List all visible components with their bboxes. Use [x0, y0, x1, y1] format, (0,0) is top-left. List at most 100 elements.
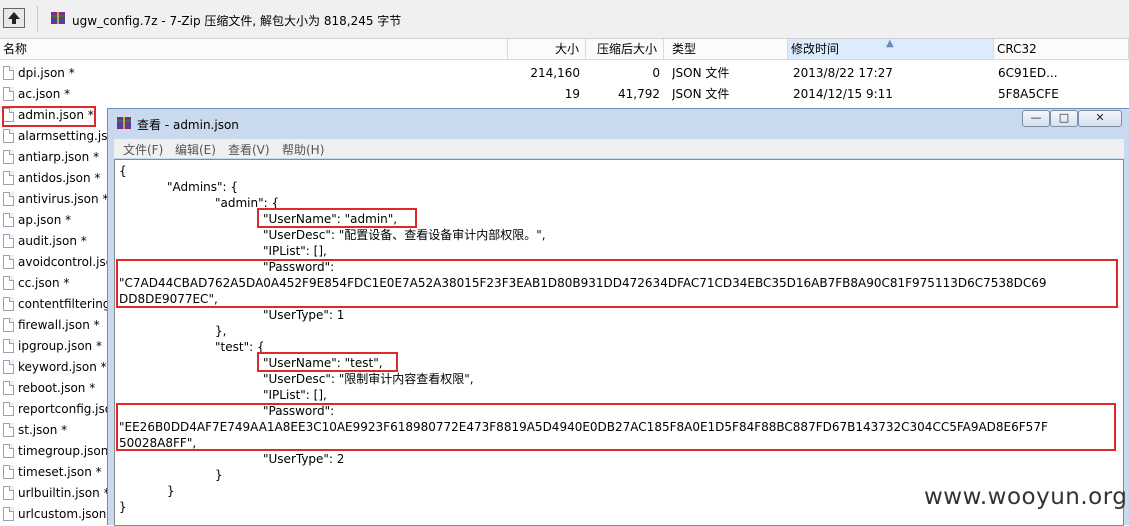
file-name: urlcustom.json	[18, 507, 107, 521]
file-row[interactable]: ap.json *	[0, 210, 107, 231]
file-icon	[3, 507, 14, 521]
file-icon	[3, 318, 14, 332]
file-size: 214,160	[530, 66, 580, 80]
file-row[interactable]: ac.json * 19 41,792 JSON 文件 2014/12/15 9…	[0, 84, 1129, 105]
file-icon	[3, 213, 14, 227]
file-packed-size: 41,792	[618, 87, 660, 101]
menu-help[interactable]: 帮助(H)	[282, 141, 324, 158]
file-icon	[3, 276, 14, 290]
file-name: avoidcontrol.json	[18, 255, 107, 269]
column-header-type[interactable]: 类型	[664, 39, 788, 60]
file-row[interactable]: keyword.json *	[0, 357, 107, 378]
column-header-crc[interactable]: CRC32	[994, 39, 1129, 60]
file-icon	[3, 66, 14, 80]
json-line: "Admins": {	[167, 180, 239, 194]
file-name: dpi.json *	[18, 66, 75, 80]
file-icon	[3, 255, 14, 269]
highlight-box	[257, 352, 398, 372]
file-name: firewall.json *	[18, 318, 100, 332]
file-row[interactable]: firewall.json *	[0, 315, 107, 336]
file-icon	[3, 87, 14, 101]
file-name: ipgroup.json *	[18, 339, 102, 353]
file-row[interactable]: antivirus.json *	[0, 189, 107, 210]
address-path[interactable]: ugw_config.7z - 7-Zip 压缩文件, 解包大小为 818,24…	[72, 12, 401, 29]
file-packed-size: 0	[652, 66, 660, 80]
file-name: antiarp.json *	[18, 150, 100, 164]
json-line: "IPList": [],	[263, 244, 327, 258]
file-name: ap.json *	[18, 213, 72, 227]
json-line: }	[167, 484, 175, 498]
file-modified: 2014/12/15 9:11	[793, 87, 893, 101]
file-icon	[3, 150, 14, 164]
archive-icon	[51, 12, 65, 24]
file-name: keyword.json *	[18, 360, 107, 374]
file-row[interactable]: contentfiltering.json	[0, 294, 107, 315]
file-icon	[3, 297, 14, 311]
column-header-packed[interactable]: 压缩后大小	[586, 39, 664, 60]
viewer-window: 查看 - admin.json — □ ✕ 文件(F) 编辑(E) 查看(V) …	[107, 108, 1129, 526]
file-row[interactable]: alarmsetting.json	[0, 126, 107, 147]
viewer-title: 查看 - admin.json	[137, 118, 239, 132]
file-icon	[3, 171, 14, 185]
maximize-button[interactable]: □	[1050, 110, 1078, 127]
close-button[interactable]: ✕	[1078, 110, 1122, 127]
column-header-name[interactable]: 名称	[0, 39, 508, 60]
file-row[interactable]: ipgroup.json *	[0, 336, 107, 357]
json-line: "IPList": [],	[263, 388, 327, 402]
file-type: JSON 文件	[672, 87, 730, 101]
file-size: 19	[564, 87, 580, 101]
file-row[interactable]: urlbuiltin.json *	[0, 483, 107, 504]
file-row[interactable]: cc.json *	[0, 273, 107, 294]
file-type: JSON 文件	[672, 66, 730, 80]
menu-bar: 文件(F) 编辑(E) 查看(V) 帮助(H)	[114, 139, 1124, 158]
file-icon	[3, 465, 14, 479]
menu-edit[interactable]: 编辑(E)	[175, 141, 216, 158]
file-row[interactable]: avoidcontrol.json	[0, 252, 107, 273]
minimize-button[interactable]: —	[1022, 110, 1050, 127]
json-line: }	[215, 468, 223, 482]
highlight-box	[116, 403, 1116, 451]
file-icon	[3, 360, 14, 374]
file-row[interactable]: reboot.json *	[0, 378, 107, 399]
file-icon	[3, 339, 14, 353]
menu-view[interactable]: 查看(V)	[228, 141, 270, 158]
file-row[interactable]: urlcustom.json	[0, 504, 107, 525]
json-line: {	[119, 164, 127, 178]
file-crc: 6C91ED...	[998, 66, 1058, 80]
file-row[interactable]: dpi.json * 214,160 0 JSON 文件 2013/8/22 1…	[0, 63, 1129, 84]
file-row[interactable]: st.json *	[0, 420, 107, 441]
file-icon	[3, 486, 14, 500]
arrow-up-icon	[8, 12, 20, 24]
file-row[interactable]: antiarp.json *	[0, 147, 107, 168]
file-row[interactable]: timegroup.json	[0, 441, 107, 462]
file-name: timegroup.json	[18, 444, 107, 458]
file-name: st.json *	[18, 423, 68, 437]
file-icon	[3, 192, 14, 206]
json-line: "UserDesc": "配置设备、查看设备审计内部权限。",	[263, 228, 546, 242]
file-crc: 5F8A5CFE	[998, 87, 1059, 101]
menu-file[interactable]: 文件(F)	[123, 141, 163, 158]
file-name: reportconfig.json	[18, 402, 107, 416]
json-text-area[interactable]: { "Admins": { "admin": { "UserName": "ad…	[114, 159, 1124, 526]
file-name: alarmsetting.json	[18, 129, 107, 143]
column-header-size[interactable]: 大小	[508, 39, 586, 60]
file-name: timeset.json *	[18, 465, 102, 479]
highlight-box	[257, 208, 417, 228]
file-name: contentfiltering.json	[18, 297, 107, 311]
file-row[interactable]: antidos.json *	[0, 168, 107, 189]
file-row[interactable]: reportconfig.json	[0, 399, 107, 420]
file-name: ac.json *	[18, 87, 71, 101]
up-folder-button[interactable]	[3, 8, 25, 28]
file-name: reboot.json *	[18, 381, 96, 395]
file-icon	[3, 402, 14, 416]
watermark: www.wooyun.org	[924, 484, 1128, 510]
file-row[interactable]: timeset.json *	[0, 462, 107, 483]
json-line: "UserType": 2	[263, 452, 345, 466]
file-name: urlbuiltin.json *	[18, 486, 107, 500]
file-row[interactable]: audit.json *	[0, 231, 107, 252]
json-line: },	[215, 324, 227, 338]
json-line: }	[119, 500, 127, 514]
file-icon	[3, 381, 14, 395]
archive-icon	[117, 117, 131, 129]
file-modified: 2013/8/22 17:27	[793, 66, 893, 80]
